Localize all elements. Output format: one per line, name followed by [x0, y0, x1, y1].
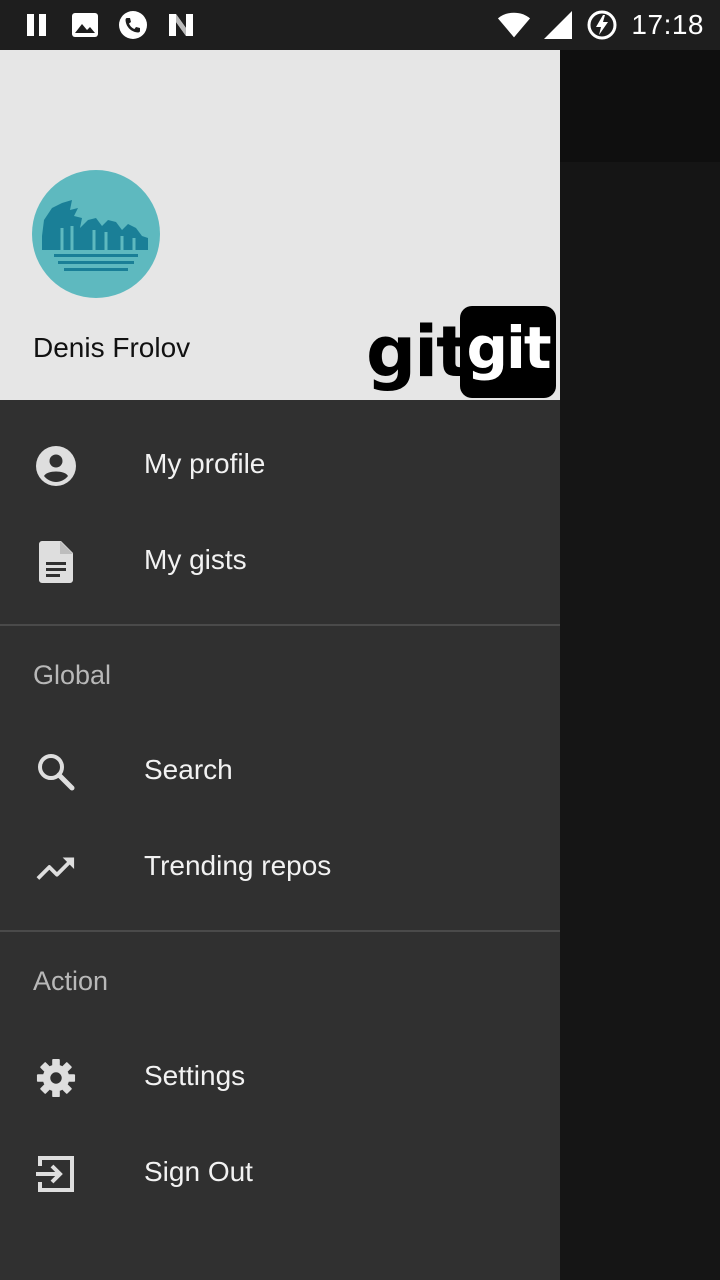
image-icon: [70, 10, 100, 40]
drawer-item-settings[interactable]: Settings: [0, 1030, 560, 1126]
search-icon: [36, 752, 76, 792]
section-title-global: Global: [33, 660, 112, 690]
document-icon: [36, 541, 76, 583]
gear-icon: [36, 1058, 76, 1098]
drawer-item-label: My gists: [144, 544, 247, 575]
battery-charging-icon: [585, 8, 619, 42]
drawer-item-search[interactable]: Search: [0, 724, 560, 820]
drawer-item-label: Sign Out: [144, 1156, 253, 1187]
trending-up-icon: [36, 848, 76, 888]
divider: [0, 624, 560, 626]
status-time: 17:18: [631, 9, 704, 40]
n-icon: [166, 10, 196, 40]
git-logo-box: git: [460, 306, 556, 398]
drawer-item-my-profile[interactable]: My profile: [0, 418, 560, 514]
drawer-item-label: Trending repos: [144, 850, 332, 881]
drawer-item-label: Settings: [144, 1060, 246, 1091]
drawer-item-label: My profile: [144, 448, 266, 479]
divider: [0, 930, 560, 932]
username: Denis Frolov: [33, 332, 191, 363]
git-logo-text: git: [366, 311, 470, 393]
navigation-drawer: Denis Frolov git git My profile My gists…: [0, 50, 560, 1280]
scrim-overlay[interactable]: [560, 162, 720, 1280]
drawer-item-sign-out[interactable]: Sign Out: [0, 1126, 560, 1222]
pause-icon: [22, 10, 52, 40]
drawer-header: Denis Frolov git git: [0, 50, 560, 400]
status-bar-left: [22, 10, 214, 40]
git-logo: git git: [366, 306, 558, 398]
sign-out-icon: [36, 1154, 76, 1194]
drawer-item-label: Search: [144, 754, 233, 785]
status-bar-right: 17:18: [487, 8, 704, 42]
scrim-toolbar[interactable]: [560, 50, 720, 162]
drawer-item-trending-repos[interactable]: Trending repos: [0, 820, 560, 916]
drawer-item-my-gists[interactable]: My gists: [0, 514, 560, 610]
avatar[interactable]: [32, 170, 160, 298]
signal-icon: [541, 8, 575, 42]
account-circle-icon: [36, 446, 76, 486]
section-title-action: Action: [33, 966, 109, 996]
status-bar: 17:18: [0, 0, 720, 50]
phone-icon: [118, 10, 148, 40]
wifi-icon: [497, 8, 531, 42]
git-logo-box-text: git: [466, 314, 551, 382]
